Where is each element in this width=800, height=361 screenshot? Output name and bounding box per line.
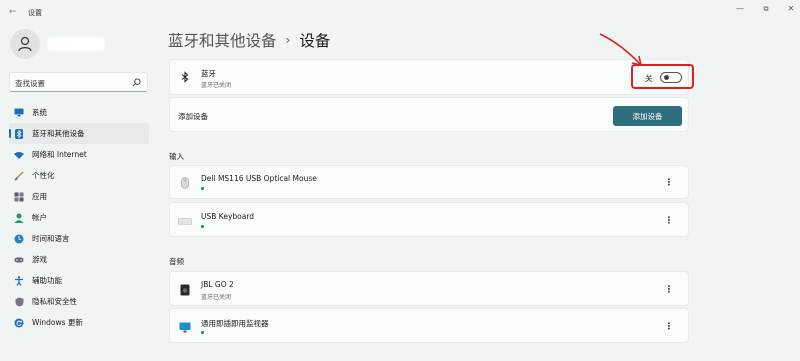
sidebar-item-label: Windows 更新 <box>32 318 83 327</box>
add-device-button[interactable]: 添加设备 <box>613 106 682 126</box>
connected-status-dot <box>201 187 204 190</box>
accessibility-icon <box>14 275 24 286</box>
person-icon <box>18 36 32 52</box>
more-options-icon[interactable]: ⋮ <box>663 321 675 333</box>
window-title: 设置 <box>28 9 42 17</box>
search-icon[interactable] <box>132 78 141 87</box>
device-row-monitor[interactable]: 通用即插即用监视器 ⋮ <box>169 308 689 343</box>
bluetooth-icon <box>178 70 192 84</box>
update-icon <box>14 318 24 328</box>
sidebar-item-time-language[interactable]: 时间和语言 <box>9 228 149 249</box>
maximize-button[interactable]: ⧉ <box>757 3 775 15</box>
input-section-label: 输入 <box>169 152 184 161</box>
person-icon <box>14 213 24 223</box>
close-button[interactable]: ✕ <box>782 3 800 15</box>
sidebar-item-label: 帐户 <box>32 213 47 222</box>
shield-icon <box>14 297 24 307</box>
sidebar-item-label: 辅助功能 <box>32 276 62 285</box>
sidebar-item-gaming[interactable]: 游戏 <box>9 249 149 270</box>
device-row-keyboard[interactable]: USB Keyboard ⋮ <box>169 202 689 237</box>
device-row-mouse[interactable]: Dell MS116 USB Optical Mouse ⋮ <box>169 165 689 199</box>
sidebar-item-network[interactable]: 网络和 Internet <box>9 144 149 165</box>
device-name: JBL GO 2 <box>201 280 234 289</box>
brush-icon <box>14 171 24 181</box>
device-name: Dell MS116 USB Optical Mouse <box>201 174 317 183</box>
more-options-icon[interactable]: ⋮ <box>663 284 675 296</box>
back-button[interactable]: ← <box>9 7 17 17</box>
account-name-redacted <box>47 37 105 51</box>
avatar[interactable] <box>10 29 40 59</box>
sidebar-item-windows-update[interactable]: Windows 更新 <box>9 312 149 333</box>
device-status: 蓝牙已关闭 <box>201 294 232 301</box>
sidebar-item-label: 隐私和安全性 <box>32 297 77 306</box>
device-row-speaker[interactable]: JBL GO 2 蓝牙已关闭 ⋮ <box>169 271 689 306</box>
add-device-card: 添加设备 添加设备 <box>169 97 689 132</box>
device-name: 通用即插即用监视器 <box>201 319 269 328</box>
annotation-arrow-icon <box>599 33 643 67</box>
monitor-icon <box>14 108 24 118</box>
add-device-title: 添加设备 <box>178 112 208 121</box>
connected-status-dot <box>201 331 204 334</box>
keyboard-icon <box>178 214 192 228</box>
sidebar-item-bluetooth[interactable]: 蓝牙和其他设备 <box>9 123 149 144</box>
sidebar-item-label: 游戏 <box>32 255 47 264</box>
sidebar-item-system[interactable]: 系统 <box>9 102 149 123</box>
sidebar-item-label: 系统 <box>32 108 47 117</box>
sidebar-item-apps[interactable]: 应用 <box>9 186 149 207</box>
apps-icon <box>14 192 24 202</box>
sidebar-item-label: 应用 <box>32 192 47 201</box>
bluetooth-icon <box>14 128 24 139</box>
breadcrumb: 蓝牙和其他设备 › 设备 <box>168 29 330 51</box>
speaker-icon <box>178 283 192 297</box>
sidebar-item-label: 时间和语言 <box>32 234 70 243</box>
minimize-button[interactable]: — <box>731 3 749 15</box>
bluetooth-status: 蓝牙已关闭 <box>201 82 232 89</box>
globe-clock-icon <box>14 234 24 244</box>
search-value: 查找设置 <box>15 79 45 88</box>
sidebar-item-personalization[interactable]: 个性化 <box>9 165 149 186</box>
sidebar-item-label: 蓝牙和其他设备 <box>32 129 85 138</box>
more-options-icon[interactable]: ⋮ <box>663 215 675 227</box>
sidebar-item-label: 个性化 <box>32 171 55 180</box>
mouse-icon <box>178 176 192 190</box>
connected-status-dot <box>201 225 204 228</box>
title-bar: ← 设置 — ⧉ ✕ <box>0 0 800 26</box>
audio-section-label: 音频 <box>169 257 184 266</box>
sidebar-item-label: 网络和 Internet <box>32 150 87 159</box>
monitor-icon <box>178 320 192 334</box>
device-name: USB Keyboard <box>201 212 255 221</box>
bluetooth-title: 蓝牙 <box>201 69 216 78</box>
page-title: 设备 <box>299 32 331 50</box>
wifi-icon <box>14 150 24 160</box>
chevron-right-icon: › <box>285 33 291 47</box>
sidebar-item-privacy[interactable]: 隐私和安全性 <box>9 291 149 312</box>
sidebar-nav: 系统 蓝牙和其他设备 网络和 Internet 个性化 应用 帐户 时间和语言 … <box>9 102 149 333</box>
sidebar-item-accessibility[interactable]: 辅助功能 <box>9 270 149 291</box>
breadcrumb-parent[interactable]: 蓝牙和其他设备 <box>168 29 277 51</box>
sidebar-item-accounts[interactable]: 帐户 <box>9 207 149 228</box>
more-options-icon[interactable]: ⋮ <box>663 177 675 189</box>
gamepad-icon <box>14 255 24 265</box>
search-input[interactable]: 查找设置 <box>9 72 148 92</box>
